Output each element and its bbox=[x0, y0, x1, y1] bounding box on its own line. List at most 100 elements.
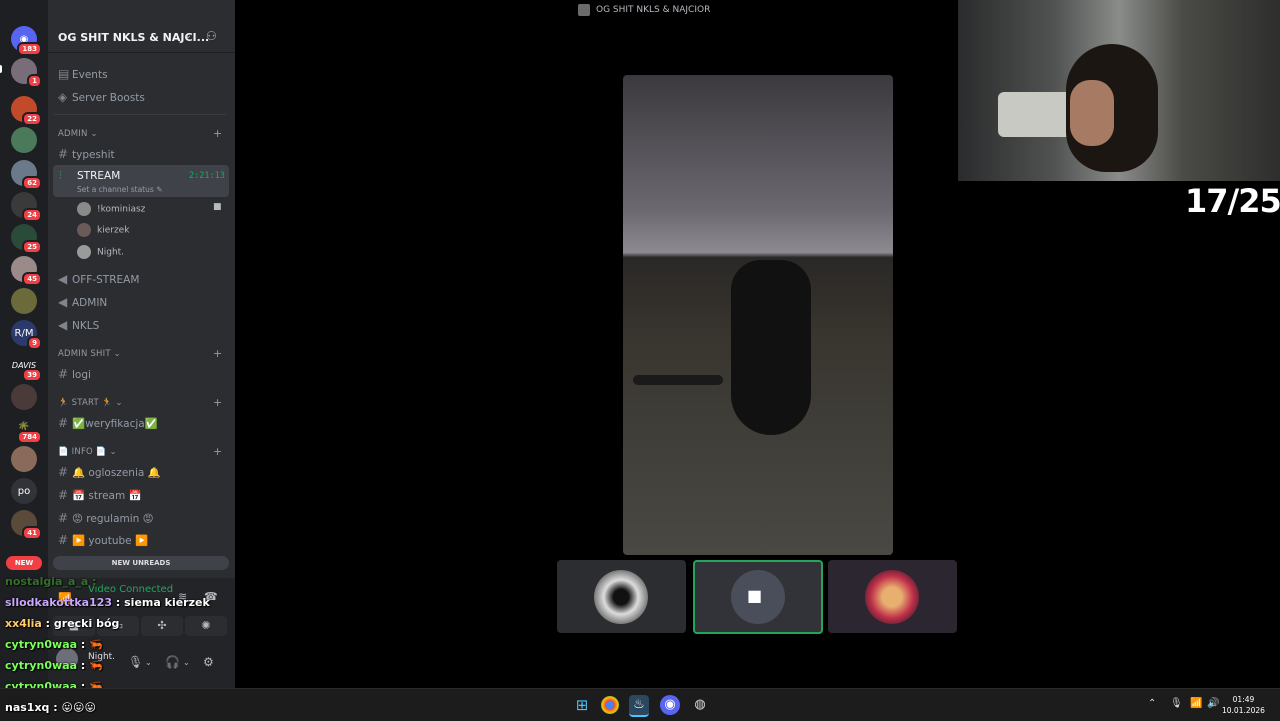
text-channel-icon: # bbox=[58, 147, 69, 161]
channel-ogloszenia[interactable]: # 🔔 ogloszenia 🔔 bbox=[58, 465, 161, 479]
unread-badge: 25 bbox=[22, 240, 42, 254]
set-channel-status-link[interactable]: Set a channel status ✎ bbox=[77, 185, 162, 194]
channel-weryfikacja[interactable]: # ✅weryfikacja✅ bbox=[58, 416, 158, 430]
server-icon[interactable] bbox=[11, 384, 37, 410]
server-icon[interactable]: po bbox=[11, 478, 37, 504]
boost-icon: ◈ bbox=[58, 90, 68, 104]
windows-start-icon[interactable]: ⊞ bbox=[572, 695, 592, 715]
channel-nkls[interactable]: ◀ NKLS bbox=[58, 318, 99, 332]
avatar bbox=[77, 202, 91, 216]
discord-icon[interactable]: ◉ bbox=[660, 695, 680, 715]
unread-badge: 22 bbox=[22, 112, 42, 126]
channel-regulamin[interactable]: # 😡 regulamin 😡 bbox=[58, 511, 154, 525]
microphone-icon[interactable]: 🎙 bbox=[1170, 698, 1183, 709]
voice-user[interactable]: !kominiasz bbox=[77, 202, 145, 216]
voice-user[interactable]: kierzek bbox=[77, 223, 129, 237]
participant-tile-selected[interactable]: ■ bbox=[693, 560, 823, 634]
invite-people-icon[interactable]: ⚇ bbox=[206, 29, 217, 43]
text-channel-icon: # bbox=[58, 367, 69, 381]
participant-tile[interactable] bbox=[557, 560, 686, 633]
server-boosts-item[interactable]: ◈ Server Boosts bbox=[58, 90, 145, 104]
server-icon[interactable]: 62 bbox=[11, 160, 42, 190]
channel-stream-text[interactable]: # 📅 stream 📅 bbox=[58, 488, 142, 502]
obs-icon[interactable]: ◍ bbox=[690, 695, 710, 715]
camera-stream-video[interactable] bbox=[623, 75, 893, 555]
server-icon[interactable]: DAVIS 39 bbox=[11, 352, 42, 382]
chat-message: cytryn0waa : 🦐 bbox=[5, 638, 103, 651]
channel-logi[interactable]: # logi bbox=[58, 367, 91, 381]
server-icon[interactable]: 22 bbox=[11, 96, 42, 126]
channel-label: STREAM bbox=[77, 170, 121, 182]
clock-time: 01:49 bbox=[1232, 695, 1255, 704]
direct-messages-button[interactable]: ◉ 183 bbox=[11, 26, 42, 56]
category-start[interactable]: 🏃 START 🏃 ⌄ bbox=[58, 398, 123, 408]
new-unreads-pill[interactable]: NEW bbox=[6, 556, 42, 570]
category-label: 📄 INFO 📄 bbox=[58, 447, 107, 457]
counter-overlay: 17/25 bbox=[1185, 182, 1280, 220]
channel-off-stream[interactable]: ◀ OFF-STREAM bbox=[58, 272, 139, 286]
chevron-down-icon[interactable]: ⌄ bbox=[145, 658, 152, 667]
category-admin[interactable]: ADMIN ⌄ bbox=[58, 129, 98, 139]
soundboard-button[interactable]: ✺ bbox=[185, 616, 227, 636]
channel-label: NKLS bbox=[72, 320, 100, 332]
chevron-down-icon[interactable]: ⌄ bbox=[183, 658, 190, 667]
voice-user-name: kierzek bbox=[97, 225, 130, 236]
chat-username: nas1xq bbox=[5, 701, 50, 714]
channel-label: ADMIN bbox=[72, 297, 108, 309]
chevron-up-icon[interactable]: ⌃ bbox=[1148, 698, 1156, 709]
server-icon[interactable] bbox=[11, 446, 37, 472]
create-channel-icon[interactable]: + bbox=[213, 347, 222, 360]
category-info[interactable]: 📄 INFO 📄 ⌄ bbox=[58, 447, 117, 457]
server-icon[interactable] bbox=[11, 288, 37, 314]
voice-user-name: !kominiasz bbox=[97, 204, 146, 215]
server-icon[interactable]: 24 bbox=[11, 192, 42, 222]
server-icon[interactable]: 🌴 784 bbox=[11, 414, 42, 444]
server-icon[interactable]: R/M 9 bbox=[11, 320, 42, 350]
video-content bbox=[731, 260, 811, 435]
create-channel-icon[interactable]: + bbox=[213, 396, 222, 409]
headphones-icon[interactable]: 🎧 bbox=[165, 655, 180, 669]
voice-connected-status[interactable]: Video Connected bbox=[88, 584, 173, 595]
text-channel-icon: # bbox=[58, 511, 69, 525]
voice-user[interactable]: Night. bbox=[77, 245, 124, 259]
create-channel-icon[interactable]: + bbox=[213, 445, 222, 458]
category-admin-shit[interactable]: ADMIN SHIT ⌄ bbox=[58, 349, 121, 359]
guild-header[interactable]: OG SHIT NKLS & NAJCI... ⌄ ⚇ bbox=[48, 24, 235, 52]
window-title: OG SHIT NKLS & NAJCIOR bbox=[596, 5, 711, 15]
create-channel-icon[interactable]: + bbox=[213, 127, 222, 140]
steam-icon[interactable]: ♨ bbox=[629, 695, 649, 717]
server-icon[interactable]: 41 bbox=[11, 510, 42, 540]
text-channel-icon: # bbox=[58, 416, 69, 430]
text-channel-icon: # bbox=[58, 533, 69, 547]
chat-message: xx4lia : grecki bóg bbox=[5, 617, 119, 630]
server-icon[interactable]: 45 bbox=[11, 256, 42, 286]
new-unreads-button[interactable]: NEW UNREADS bbox=[53, 556, 229, 570]
channel-label: 📅 stream 📅 bbox=[72, 490, 142, 502]
unread-badge: 784 bbox=[17, 430, 42, 444]
system-clock[interactable]: 01:49 10.01.2026 bbox=[1222, 694, 1265, 716]
events-item[interactable]: ▤ Events bbox=[58, 67, 108, 81]
server-icon[interactable]: 25 bbox=[11, 224, 42, 254]
chrome-icon[interactable] bbox=[601, 696, 619, 714]
unread-badge: 1 bbox=[27, 74, 42, 88]
channel-admin-voice[interactable]: ◀ ADMIN bbox=[58, 295, 107, 309]
server-icon[interactable]: 1 bbox=[11, 58, 42, 88]
participant-tile[interactable] bbox=[828, 560, 957, 633]
divider bbox=[48, 52, 235, 53]
gear-icon[interactable]: ⚙ bbox=[203, 655, 214, 669]
category-label: ADMIN SHIT bbox=[58, 349, 111, 359]
unread-badge: 41 bbox=[22, 526, 42, 540]
server-icon[interactable] bbox=[11, 127, 37, 153]
wifi-icon[interactable]: 📶 bbox=[1190, 698, 1202, 709]
webcam-content bbox=[1070, 80, 1114, 146]
clock-date: 10.01.2026 bbox=[1222, 706, 1265, 715]
voice-user-name: Night. bbox=[97, 247, 125, 258]
volume-icon[interactable]: 🔊 bbox=[1207, 698, 1219, 709]
microphone-icon[interactable]: 🎙 bbox=[128, 655, 143, 669]
chat-message: nas1xq : 😛😛😛 bbox=[5, 701, 96, 714]
activities-button[interactable]: ✣ bbox=[141, 616, 183, 636]
channel-youtube[interactable]: # ▶️ youtube ▶️ bbox=[58, 533, 148, 547]
channel-typeshit[interactable]: # typeshit bbox=[58, 147, 115, 161]
channel-label: OFF-STREAM bbox=[72, 274, 140, 286]
chat-text: : grecki bóg bbox=[45, 617, 120, 630]
